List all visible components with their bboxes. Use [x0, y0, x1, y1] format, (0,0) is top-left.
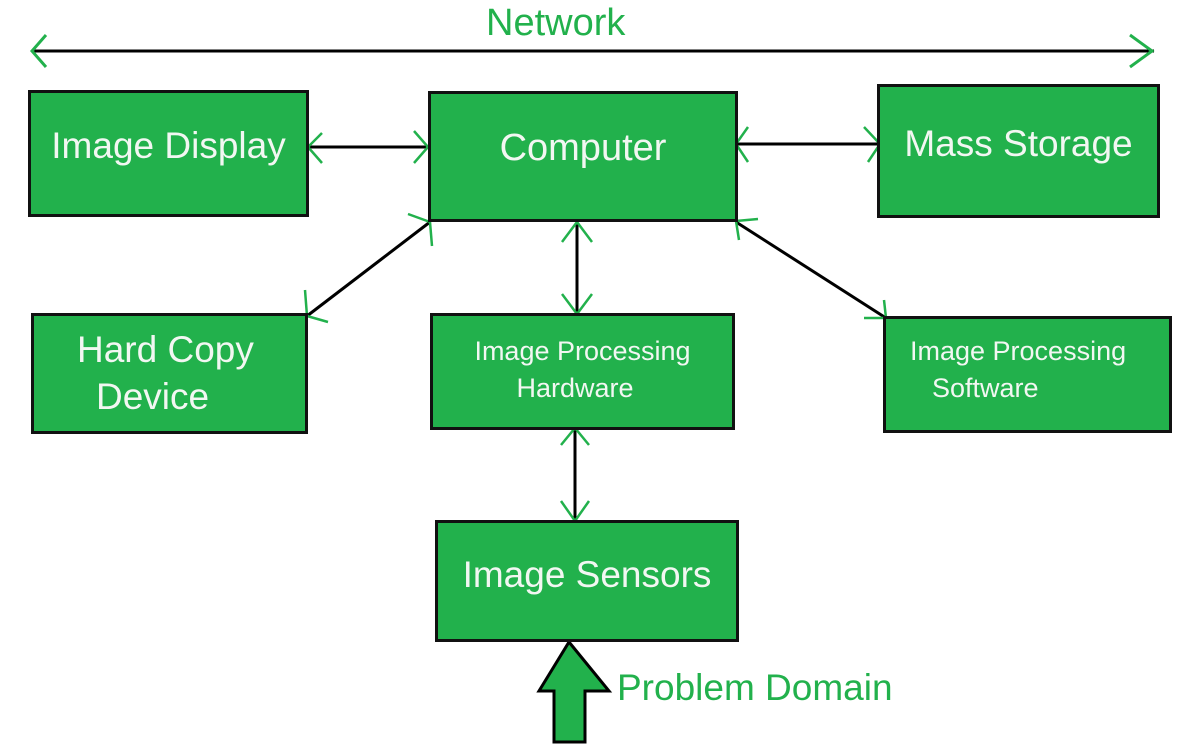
connector-computer-ipsoftware: [734, 217, 888, 320]
node-image-sensors[interactable]: Image Sensors: [435, 520, 739, 642]
node-image-display[interactable]: Image Display: [28, 90, 309, 217]
node-mass-storage[interactable]: Mass Storage: [877, 84, 1160, 218]
node-mass-storage-label: Mass Storage: [904, 123, 1133, 164]
node-image-processing-software[interactable]: Image Processing Software: [883, 316, 1172, 433]
connector-iphardware-sensors: [559, 426, 591, 524]
connector-display-computer: [306, 130, 430, 164]
problem-domain-arrow: [536, 639, 613, 744]
node-hard-copy-device-label-line1: Hard Copy: [77, 329, 254, 371]
connector-computer-hardcopy: [303, 212, 434, 324]
node-computer[interactable]: Computer: [428, 91, 738, 222]
problem-domain-label: Problem Domain: [617, 667, 893, 708]
node-image-sensors-label: Image Sensors: [462, 553, 712, 595]
network-label: Network: [486, 2, 626, 44]
node-image-processing-hardware[interactable]: Image Processing Hardware: [430, 313, 735, 430]
node-hard-copy-device[interactable]: Hard Copy Device: [31, 313, 308, 434]
node-image-processing-hardware-label-line1: Image Processing: [474, 336, 691, 366]
node-hard-copy-device-label-line2: Device: [96, 375, 210, 417]
node-image-processing-hardware-label-line2: Hardware: [516, 373, 634, 404]
node-image-display-label: Image Display: [51, 125, 286, 166]
connector-computer-storage: [734, 126, 882, 163]
node-computer-label: Computer: [499, 127, 667, 170]
node-image-processing-software-label-line1: Image Processing: [910, 336, 1127, 366]
node-image-processing-software-label-line2: Software: [932, 373, 1039, 404]
connector-computer-iphardware: [561, 219, 593, 317]
